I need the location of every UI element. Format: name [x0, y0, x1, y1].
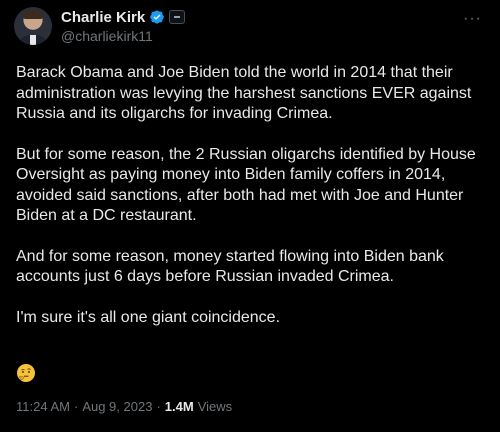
tweet-meta: 11:24 AM · Aug 9, 2023 · 1.4M Views — [16, 399, 232, 414]
author-names: Charlie Kirk @charliekirk11 — [61, 8, 186, 45]
views-label: Views — [197, 399, 233, 414]
tweet-paragraph-4: I'm sure it's all one giant coincidence. — [16, 308, 281, 326]
tweet-text: Barack Obama and Joe Biden told the worl… — [16, 63, 491, 348]
meta-separator: · — [156, 399, 161, 414]
tweet-date[interactable]: Aug 9, 2023 — [82, 399, 152, 414]
author-display-name[interactable]: Charlie Kirk — [61, 9, 145, 26]
tweet-header: Charlie Kirk @charliekirk11 ··· — [14, 6, 486, 46]
tweet-paragraph-3: And for some reason, money started flowi… — [16, 247, 444, 286]
affiliation-badge-icon[interactable] — [169, 10, 186, 24]
tweet-paragraph-1: Barack Obama and Joe Biden told the worl… — [16, 64, 472, 122]
views-count[interactable]: 1.4M — [165, 399, 194, 414]
tweet: Charlie Kirk @charliekirk11 ··· Barack O… — [0, 0, 500, 432]
tweet-paragraph-2: But for some reason, the 2 Russian oliga… — [16, 145, 476, 225]
tweet-time[interactable]: 11:24 AM — [16, 399, 70, 414]
avatar[interactable] — [14, 7, 52, 45]
verified-badge-icon — [150, 10, 165, 24]
author-handle[interactable]: @charliekirk11 — [61, 27, 185, 45]
thinking-face-icon — [17, 364, 35, 382]
more-options-icon[interactable]: ··· — [463, 10, 482, 28]
meta-separator: · — [73, 399, 79, 414]
name-row: Charlie Kirk — [61, 8, 186, 27]
